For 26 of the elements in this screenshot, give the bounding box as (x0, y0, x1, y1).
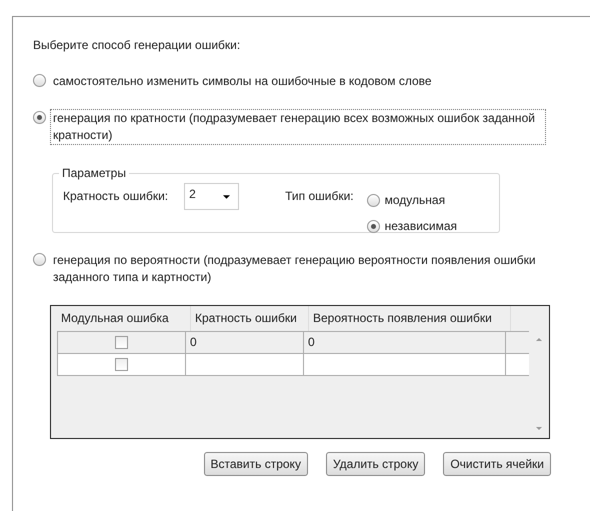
option-label[interactable]: самостоятельно изменить символы на ошибочные в кодовом слове (50, 72, 546, 91)
action-button[interactable]: Вставить строку (204, 452, 308, 476)
table-cell: 0 (186, 332, 304, 353)
checkbox[interactable] (115, 358, 128, 371)
scroll-down-icon[interactable] (536, 427, 542, 430)
field-label: Кратность ошибки: (63, 189, 168, 203)
radio-button[interactable] (366, 220, 380, 232)
prompt-text: Выберите способ генерации ошибки: (33, 38, 242, 54)
option-label[interactable]: генерация по кратности (подразумевает генерацию всех возможных ошибок заданной кратности) (50, 109, 546, 145)
radio-button[interactable] (33, 74, 46, 87)
table-row[interactable]: 0 0 (57, 331, 529, 354)
radio-button[interactable] (33, 253, 46, 266)
radio-label[interactable]: модульная (384, 193, 446, 207)
option-label[interactable]: генерация по вероятности (подразумевает генерацию вероятности появления ошибки заданного типа и картности) (50, 251, 546, 287)
action-button[interactable]: Очистить ячейки (443, 452, 551, 476)
table-row[interactable] (57, 354, 529, 376)
multiplicity-dropdown[interactable]: 2 (184, 183, 240, 210)
caret-icon (223, 194, 230, 198)
checkbox[interactable] (115, 336, 128, 349)
field-label: Тип ошибки: (285, 189, 354, 203)
radio-button[interactable] (33, 111, 46, 124)
radio-button[interactable] (366, 194, 380, 206)
table-cell: 0 (304, 332, 506, 353)
scroll-up-icon[interactable] (536, 338, 542, 341)
action-button[interactable]: Удалить строку (326, 452, 426, 476)
radio-label[interactable]: независимая (384, 219, 458, 233)
